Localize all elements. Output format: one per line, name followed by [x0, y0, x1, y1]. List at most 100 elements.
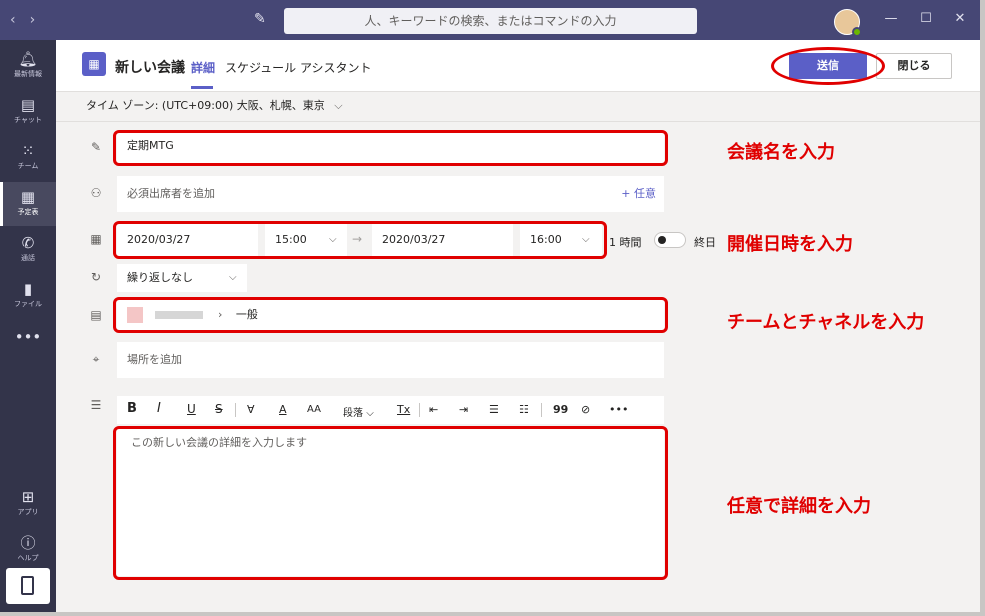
- link-button[interactable]: ⊘: [581, 403, 590, 416]
- rail-item-apps[interactable]: ⊞ アプリ: [0, 482, 56, 526]
- rail-item-label: 最新情報: [14, 70, 42, 78]
- chevron-down-icon: ⌵: [366, 408, 374, 419]
- attendees-placeholder: 必須出席者を追加: [127, 187, 215, 200]
- rail-item-label: ヘルプ: [17, 554, 39, 562]
- bullet-list-button[interactable]: ☰: [489, 403, 499, 416]
- tab-scheduling-assistant[interactable]: スケジュール アシスタント: [225, 59, 372, 76]
- more-options-button[interactable]: •••: [609, 403, 628, 416]
- active-tab-indicator: [191, 86, 213, 89]
- teams-icon: ⁙: [21, 142, 35, 160]
- window-shadow: [0, 612, 985, 616]
- calendar-icon: ▦: [82, 52, 106, 76]
- title-bar: ‹› ✎ 人、キーワードの検索、またはコマンドの入力 — ☐ ✕: [0, 0, 980, 40]
- add-person-icon: ⚇: [90, 186, 102, 200]
- rail-item-label: チャット: [14, 116, 42, 124]
- formatting-toolbar: B I U S ∀ A AA 段落 ⌵ Tx ⇤ ⇥ ☰ ☷ 99 ⊘ •••: [117, 396, 664, 424]
- outdent-button[interactable]: ⇤: [429, 403, 438, 416]
- optional-attendees-link[interactable]: + 任意: [621, 176, 656, 212]
- apps-icon: ⊞: [21, 488, 35, 506]
- more-icon: •••: [14, 328, 42, 346]
- italic-button[interactable]: I: [157, 401, 161, 416]
- rail-item-label: ファイル: [14, 300, 42, 308]
- timezone-label: タイム ゾーン: (UTC+09:00) 大阪、札幌、東京: [86, 99, 325, 112]
- all-day-toggle[interactable]: [654, 232, 686, 248]
- attendees-input[interactable]: 必須出席者を追加 + 任意: [117, 176, 664, 212]
- paragraph-label: 段落: [343, 408, 363, 419]
- rail-item-label: チーム: [17, 162, 39, 170]
- rail-item-label: 通話: [21, 254, 35, 262]
- rail-item-teams[interactable]: ⁙ チーム: [0, 136, 56, 180]
- font-size-button[interactable]: AA: [307, 404, 321, 415]
- underline-button[interactable]: U: [187, 402, 196, 416]
- chevron-down-icon: ⌵: [334, 99, 343, 112]
- repeat-icon: ↻: [90, 270, 102, 284]
- title-highlight-annotation: [113, 130, 668, 166]
- datetime-highlight-annotation: [113, 221, 607, 259]
- toolbar-divider: [541, 403, 542, 417]
- indent-button[interactable]: ⇥: [459, 403, 468, 416]
- rail-item-files[interactable]: ▮ ファイル: [0, 274, 56, 318]
- channel-highlight-annotation: [113, 297, 668, 333]
- quote-button[interactable]: 99: [553, 403, 568, 416]
- rail-item-calls[interactable]: ✆ 通話: [0, 228, 56, 272]
- tab-details[interactable]: 詳細: [191, 59, 215, 76]
- bold-button[interactable]: B: [127, 401, 137, 416]
- forward-icon[interactable]: ›: [30, 12, 50, 28]
- chat-icon: ▤: [20, 96, 36, 114]
- annotation-details: 任意で詳細を入力: [727, 496, 871, 517]
- page-title: 新しい会議: [115, 60, 185, 76]
- rail-item-label: アプリ: [17, 508, 39, 516]
- history-nav[interactable]: ‹›: [10, 12, 49, 28]
- rail-item-help[interactable]: ⓘ ヘルプ: [0, 528, 56, 572]
- divider: [56, 121, 980, 122]
- numbered-list-button[interactable]: ☷: [519, 403, 529, 416]
- window-shadow: [980, 0, 985, 616]
- duration-label: 1 時間: [609, 236, 642, 249]
- font-color-button[interactable]: A: [279, 403, 287, 416]
- teams-window: ‹› ✎ 人、キーワードの検索、またはコマンドの入力 — ☐ ✕ 🔔︎ 最新情報…: [0, 0, 985, 616]
- details-list-icon: ☰: [90, 398, 102, 412]
- strikethrough-button[interactable]: S: [215, 402, 223, 416]
- toolbar-divider: [419, 403, 420, 417]
- rail-item-calendar[interactable]: ▦ 予定表: [0, 182, 56, 226]
- calendar-icon: ▦: [90, 232, 102, 246]
- search-input[interactable]: 人、キーワードの検索、またはコマンドの入力: [284, 8, 697, 34]
- annotation-title: 会議名を入力: [727, 142, 835, 163]
- repeat-select[interactable]: 繰り返しなし ⌵: [117, 264, 247, 292]
- highlight-button[interactable]: ∀: [247, 403, 255, 416]
- phone-icon: ✆: [21, 234, 35, 252]
- rail-item-activity[interactable]: 🔔︎ 最新情報: [0, 44, 56, 88]
- location-input[interactable]: 場所を追加: [117, 342, 664, 378]
- file-icon: ▮: [23, 280, 33, 298]
- avatar[interactable]: [834, 9, 862, 37]
- minimize-icon[interactable]: —: [881, 11, 901, 26]
- close-button[interactable]: 閉じる: [876, 53, 952, 79]
- timezone-selector[interactable]: タイム ゾーン: (UTC+09:00) 大阪、札幌、東京 ⌵: [86, 97, 343, 113]
- calendar-icon: ▦: [20, 188, 36, 206]
- all-day-label: 終日: [694, 236, 716, 249]
- phone-device-icon: [21, 576, 34, 595]
- chevron-down-icon: ⌵: [229, 272, 237, 283]
- bell-icon: 🔔︎: [18, 50, 38, 68]
- location-pin-icon: ⌖: [92, 352, 100, 366]
- back-icon[interactable]: ‹: [10, 12, 30, 28]
- annotation-channel: チームとチャネルを入力: [727, 312, 925, 333]
- annotation-datetime: 開催日時を入力: [727, 234, 853, 255]
- repeat-value: 繰り返しなし: [127, 271, 193, 284]
- send-highlight-annotation: [771, 47, 885, 85]
- channel-icon: ▤: [90, 308, 102, 322]
- location-placeholder: 場所を追加: [127, 353, 182, 366]
- toolbar-divider: [235, 403, 236, 417]
- presence-icon: [852, 27, 862, 37]
- help-icon: ⓘ: [20, 534, 36, 552]
- paragraph-select[interactable]: 段落 ⌵: [343, 404, 374, 419]
- details-highlight-annotation: [113, 426, 668, 580]
- compose-icon[interactable]: ✎: [254, 11, 272, 29]
- mobile-app-button[interactable]: [6, 568, 50, 604]
- maximize-icon[interactable]: ☐: [916, 11, 936, 26]
- rail-item-chat[interactable]: ▤ チャット: [0, 90, 56, 134]
- rail-item-more[interactable]: •••: [0, 322, 56, 366]
- app-rail: 🔔︎ 最新情報 ▤ チャット ⁙ チーム ▦ 予定表 ✆ 通話 ▮ ファイル •…: [0, 40, 56, 616]
- close-icon[interactable]: ✕: [950, 11, 970, 26]
- clear-format-button[interactable]: Tx: [397, 403, 410, 416]
